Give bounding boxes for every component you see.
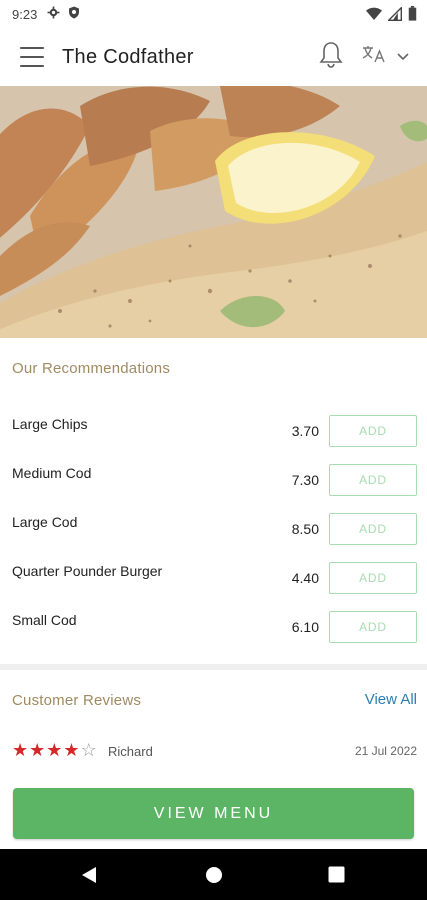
recommendations-title: Our Recommendations bbox=[12, 360, 171, 377]
view-menu-button[interactable]: VIEW MENU bbox=[13, 788, 414, 839]
back-icon[interactable] bbox=[80, 866, 98, 889]
section-divider bbox=[0, 664, 427, 670]
item-name: Large Cod bbox=[12, 514, 78, 530]
list-item: Medium Cod 7.30 ADD bbox=[0, 453, 427, 502]
language-icon bbox=[361, 44, 387, 69]
star-filled-icon: ★ bbox=[63, 740, 80, 760]
app-bar: The Codfather bbox=[0, 28, 427, 86]
add-button[interactable]: ADD bbox=[329, 611, 417, 643]
add-button[interactable]: ADD bbox=[329, 464, 417, 496]
star-filled-icon: ★ bbox=[29, 740, 46, 760]
gear-icon bbox=[47, 6, 60, 22]
signal-icon bbox=[387, 5, 402, 24]
review-date: 21 Jul 2022 bbox=[354, 744, 417, 758]
recommendations-list: Large Chips 3.70 ADD Medium Cod 7.30 ADD… bbox=[0, 404, 427, 649]
shield-icon bbox=[68, 6, 80, 22]
language-selector[interactable] bbox=[361, 44, 409, 69]
list-item: Quarter Pounder Burger 4.40 ADD bbox=[0, 551, 427, 600]
list-item: Large Cod 8.50 ADD bbox=[0, 502, 427, 551]
add-button[interactable]: ADD bbox=[329, 415, 417, 447]
star-empty-icon: ☆ bbox=[80, 740, 97, 760]
star-filled-icon: ★ bbox=[12, 740, 29, 760]
fish-and-chips-photo bbox=[0, 86, 427, 338]
battery-icon bbox=[408, 6, 417, 24]
page-title: The Codfather bbox=[62, 45, 194, 68]
hero-image bbox=[0, 86, 427, 338]
item-name: Medium Cod bbox=[12, 465, 92, 481]
item-price: 3.70 bbox=[291, 423, 319, 439]
reviews-title: Customer Reviews bbox=[12, 692, 142, 709]
item-price: 4.40 bbox=[291, 570, 319, 586]
status-time: 9:23 bbox=[12, 6, 38, 22]
chevron-down-icon bbox=[397, 48, 409, 66]
wifi-icon bbox=[366, 7, 382, 24]
bell-icon[interactable] bbox=[319, 41, 343, 74]
system-nav-bar bbox=[0, 849, 427, 900]
recents-icon[interactable] bbox=[328, 866, 345, 888]
list-item: Small Cod 6.10 ADD bbox=[0, 600, 427, 649]
menu-icon[interactable] bbox=[20, 47, 44, 67]
item-price: 8.50 bbox=[291, 521, 319, 537]
item-name: Quarter Pounder Burger bbox=[12, 563, 163, 579]
reviewer-name: Richard bbox=[108, 744, 153, 759]
view-all-link[interactable]: View All bbox=[365, 691, 417, 708]
add-button[interactable]: ADD bbox=[329, 513, 417, 545]
star-filled-icon: ★ bbox=[46, 740, 63, 760]
item-name: Small Cod bbox=[12, 612, 77, 628]
item-name: Large Chips bbox=[12, 416, 88, 432]
item-price: 7.30 bbox=[291, 472, 319, 488]
list-item: Large Chips 3.70 ADD bbox=[0, 404, 427, 453]
status-icons bbox=[366, 5, 417, 24]
add-button[interactable]: ADD bbox=[329, 562, 417, 594]
star-rating: ★ ★ ★ ★ ☆ bbox=[12, 740, 97, 760]
home-icon[interactable] bbox=[205, 866, 223, 889]
review-item[interactable]: ★ ★ ★ ★ ☆ Richard 21 Jul 2022 bbox=[12, 740, 417, 762]
status-bar: 9:23 bbox=[0, 0, 427, 28]
item-price: 6.10 bbox=[291, 619, 319, 635]
